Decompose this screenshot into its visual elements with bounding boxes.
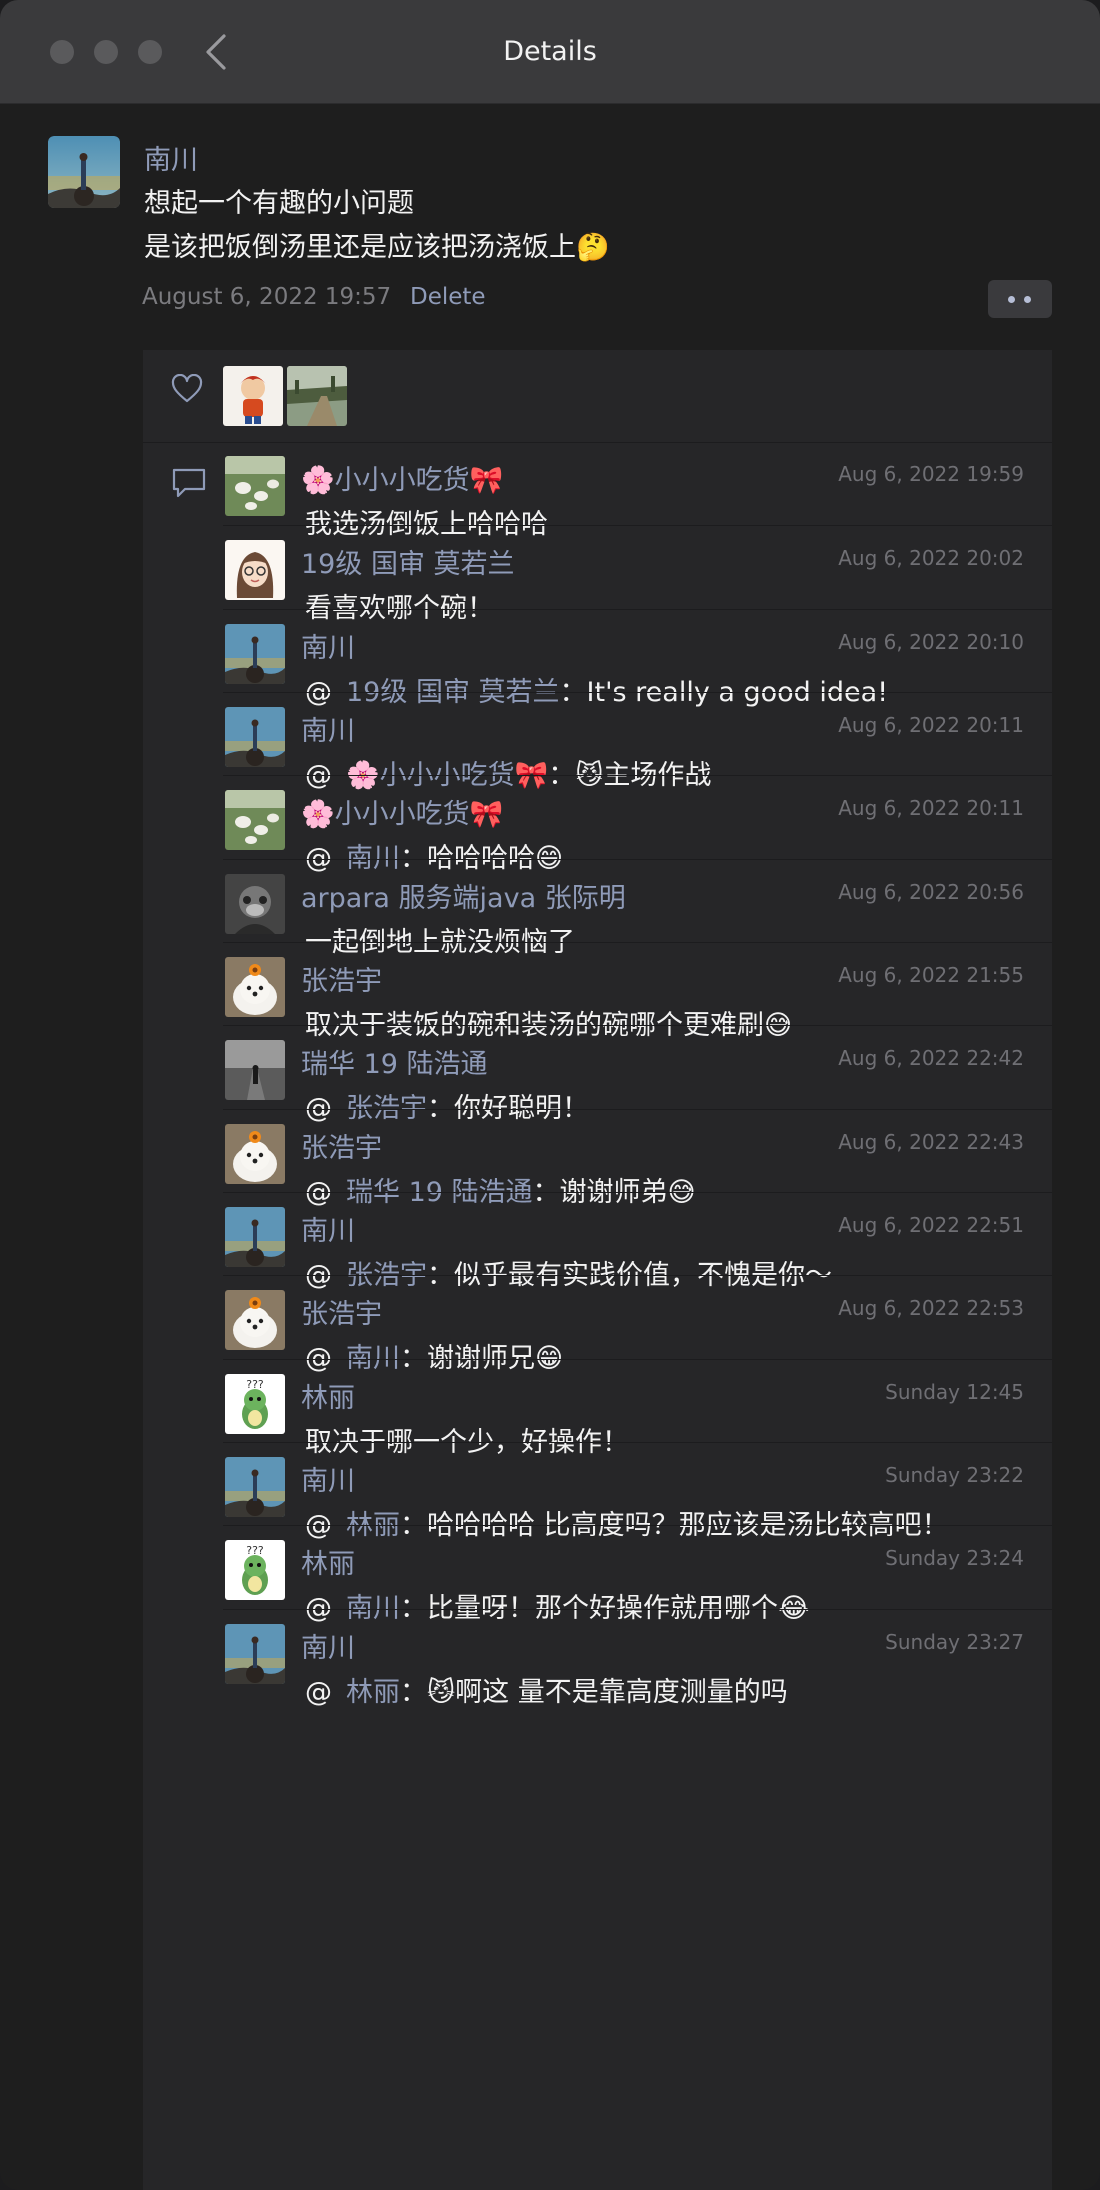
- more-dot-icon: [1008, 296, 1015, 303]
- details-window: Details 南川 想起一个有趣的小问题 是该把饭倒汤里还是应该把汤浇饭上🤔 …: [0, 0, 1100, 2190]
- like-avatar[interactable]: [287, 366, 347, 426]
- comment-avatar[interactable]: [225, 1456, 285, 1517]
- comment-time: Aug 6, 2022 20:11: [838, 796, 1024, 821]
- comment-time: Aug 6, 2022 20:02: [838, 546, 1024, 571]
- comment-author[interactable]: 林丽: [301, 1542, 355, 1581]
- comment-author[interactable]: 南川: [301, 1209, 355, 1248]
- comment-time: Sunday 23:22: [885, 1462, 1024, 1487]
- delete-post-link[interactable]: Delete: [410, 284, 486, 310]
- comment-time: Aug 6, 2022 20:56: [838, 879, 1024, 904]
- comment-item[interactable]: 🌸小小小吃货🎀 Aug 6, 2022 20:11 @ 南川：哈哈哈哈😄: [223, 775, 1052, 874]
- comment-author[interactable]: 林丽: [301, 1376, 355, 1415]
- post-line: 是该把饭倒汤里还是应该把汤浇饭上🤔: [144, 232, 610, 263]
- comment-time: Aug 6, 2022 21:55: [838, 962, 1024, 987]
- comment-item[interactable]: 南川 Sunday 23:22 @ 林丽：哈哈哈哈 比高度吗？那应该是汤比较高吧！: [223, 1441, 1052, 1541]
- window-title: Details: [503, 36, 597, 67]
- comment-time: Aug 6, 2022 22:43: [838, 1129, 1024, 1154]
- comment-author[interactable]: 瑞华 19 陆浩通: [301, 1042, 488, 1081]
- comment-avatar[interactable]: [225, 956, 285, 1017]
- comment-avatar[interactable]: [225, 623, 285, 684]
- comment-item[interactable]: ??? 林丽 Sunday 23:24 @ 南川：比量呀！那个好操作就用哪个😂: [223, 1525, 1052, 1624]
- comment-time: Sunday 23:27: [885, 1629, 1024, 1654]
- comment-author[interactable]: 南川: [301, 709, 355, 748]
- comment-avatar[interactable]: [225, 1290, 285, 1351]
- post-content: 想起一个有趣的小问题 是该把饭倒汤里还是应该把汤浇饭上🤔: [144, 182, 610, 270]
- comment-time: Aug 6, 2022 22:51: [838, 1212, 1024, 1237]
- more-actions-button[interactable]: [988, 280, 1052, 318]
- comment-author[interactable]: 南川: [301, 1626, 355, 1665]
- comment-item[interactable]: 🌸小小小吃货🎀 Aug 6, 2022 19:59 我选汤倒饭上哈哈哈: [223, 442, 1052, 540]
- post-line: 想起一个有趣的小问题: [144, 188, 414, 219]
- comment-author[interactable]: 张浩宇: [301, 959, 382, 998]
- comment-author[interactable]: arpara 服务端java 张际明: [301, 876, 626, 915]
- comment-avatar[interactable]: [225, 540, 285, 601]
- comment-author[interactable]: 🌸小小小吃货🎀: [301, 458, 503, 497]
- comment-item[interactable]: ??? 林丽 Sunday 12:45 取决于哪一个少，好操作！: [223, 1358, 1052, 1458]
- mention-separator: ：: [400, 1676, 427, 1708]
- comment-time: Sunday 12:45: [885, 1379, 1024, 1404]
- comment-item[interactable]: 南川 Aug 6, 2022 20:11 @ 🌸小小小吃货🎀：😼主场作战: [223, 691, 1052, 791]
- comment-author[interactable]: 南川: [301, 626, 355, 665]
- comment-item[interactable]: 瑞华 19 陆浩通 Aug 6, 2022 22:42 @ 张浩宇：你好聪明！: [223, 1025, 1052, 1124]
- comment-avatar[interactable]: ???: [225, 1540, 285, 1601]
- comment-avatar[interactable]: [225, 1206, 285, 1267]
- title-bar: Details: [0, 0, 1100, 104]
- comment-avatar[interactable]: [225, 1040, 285, 1101]
- comment-item[interactable]: 19级 国审 莫若兰 Aug 6, 2022 20:02 看喜欢哪个碗！: [223, 525, 1052, 624]
- comment-mention[interactable]: 林丽: [346, 1677, 400, 1708]
- comment-icon: [172, 468, 206, 498]
- comment-time: Aug 6, 2022 22:53: [838, 1296, 1024, 1321]
- comment-author[interactable]: 19级 国审 莫若兰: [301, 542, 515, 581]
- at-symbol: @: [305, 1676, 332, 1708]
- comment-avatar[interactable]: [225, 706, 285, 767]
- comment-time: Aug 6, 2022 20:11: [838, 712, 1024, 737]
- comment-time: Sunday 23:24: [885, 1546, 1024, 1571]
- more-dot-icon: [1024, 296, 1031, 303]
- comment-item[interactable]: 张浩宇 Aug 6, 2022 22:53 @ 南川：谢谢师兄😁: [223, 1275, 1052, 1374]
- comment-item[interactable]: 张浩宇 Aug 6, 2022 21:55 取决于装饭的碗和装汤的碗哪个更难刷😅: [223, 941, 1052, 1041]
- comment-item[interactable]: 南川 Aug 6, 2022 22:51 @ 张浩宇：似乎最有实践价值，不愧是你～: [223, 1191, 1052, 1291]
- post-author-avatar[interactable]: [48, 136, 120, 208]
- comment-avatar[interactable]: ???: [225, 1373, 285, 1434]
- comment-author[interactable]: 张浩宇: [301, 1126, 382, 1165]
- comment-time: Aug 6, 2022 20:10: [838, 629, 1024, 654]
- post-timestamp: August 6, 2022 19:57: [142, 284, 392, 310]
- comment-avatar[interactable]: [225, 1123, 285, 1184]
- comment-avatar[interactable]: [225, 790, 285, 851]
- comment-time: Aug 6, 2022 22:42: [838, 1046, 1024, 1071]
- comment-text: 😼啊这 量不是靠高度测量的吗: [427, 1676, 788, 1708]
- comment-item[interactable]: 南川 Sunday 23:27 @ 林丽：😼啊这 量不是靠高度测量的吗: [223, 1608, 1052, 1708]
- comment-author[interactable]: 南川: [301, 1459, 355, 1498]
- comment-body: @ 林丽：😼啊这 量不是靠高度测量的吗: [305, 1670, 788, 1709]
- comment-avatar[interactable]: [225, 1623, 285, 1684]
- moment-post: 南川 想起一个有趣的小问题 是该把饭倒汤里还是应该把汤浇饭上🤔 August 6…: [0, 104, 1100, 2190]
- likes-comments-panel: 🌸小小小吃货🎀 Aug 6, 2022 19:59 我选汤倒饭上哈哈哈 19级 国审 …: [143, 350, 1052, 2190]
- comment-item[interactable]: 南川 Aug 6, 2022 20:10 @19级 国审 莫若兰：It's real…: [223, 608, 1052, 708]
- comment-item[interactable]: arpara 服务端java 张际明 Aug 6, 2022 20:56 一起倒地上…: [223, 858, 1052, 958]
- comment-author[interactable]: 张浩宇: [301, 1292, 382, 1331]
- comment-avatar[interactable]: [225, 873, 285, 934]
- comment-time: Aug 6, 2022 19:59: [838, 462, 1024, 486]
- like-avatar[interactable]: [223, 366, 283, 426]
- post-author-name[interactable]: 南川: [144, 138, 198, 177]
- comment-author[interactable]: 🌸小小小吃货🎀: [301, 792, 503, 831]
- comment-item[interactable]: 张浩宇 Aug 6, 2022 22:43 @ 瑞华 19 陆浩通：谢谢师弟😅: [223, 1108, 1052, 1208]
- likes-row: [143, 350, 1052, 443]
- heart-icon: [171, 374, 203, 403]
- comment-avatar[interactable]: [225, 456, 285, 516]
